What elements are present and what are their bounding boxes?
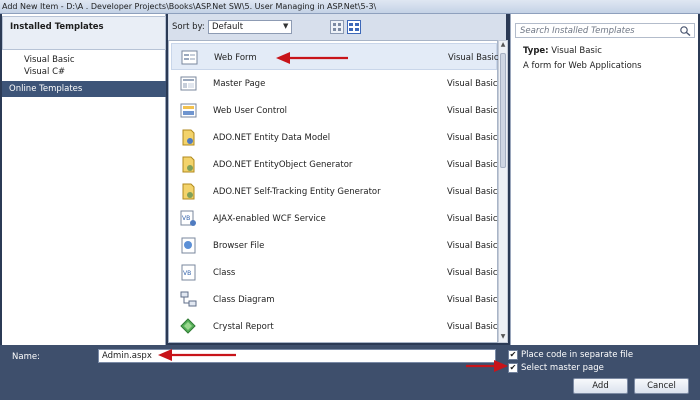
template-language: Visual Basic	[448, 53, 499, 63]
template-language: Visual Basic	[447, 106, 498, 116]
template-row-entityobject-generator[interactable]: ADO.NET EntityObject Generator Visual Ba…	[171, 151, 498, 178]
user-control-icon	[180, 103, 197, 118]
entity-model-icon	[182, 129, 195, 146]
template-language: Visual Basic	[447, 79, 498, 89]
template-row-ajax-wcf-service[interactable]: VB AJAX-enabled WCF Service Visual Basic	[171, 205, 498, 232]
template-type-line: Type: Visual Basic	[523, 46, 602, 56]
details-view-icon	[349, 23, 359, 31]
template-name: Master Page	[213, 79, 266, 89]
template-description: A form for Web Applications	[523, 61, 642, 71]
template-language: Visual Basic	[447, 214, 498, 224]
small-icons-view-button[interactable]	[330, 20, 344, 34]
sort-dropdown[interactable]: Default ▼	[208, 20, 292, 34]
sort-toolbar: Sort by: Default ▼	[168, 14, 506, 40]
annotation-arrow-name-field	[158, 349, 236, 361]
details-pane: Search Installed Templates Type: Visual …	[510, 14, 698, 345]
add-button[interactable]: Add	[573, 378, 628, 394]
online-templates-label: Online Templates	[9, 84, 83, 94]
category-pane: Installed Templates Visual Basic Visual …	[2, 14, 166, 345]
class-icon: VB	[181, 264, 196, 281]
template-language: Visual Basic	[447, 160, 498, 170]
medium-icons-view-button[interactable]	[347, 20, 361, 34]
self-tracking-generator-icon	[182, 183, 195, 200]
template-row-self-tracking-generator[interactable]: ADO.NET Self-Tracking Entity Generator V…	[171, 178, 498, 205]
title-bar: Add New Item - D:\A . Developer Projects…	[0, 0, 700, 14]
entity-generator-icon	[182, 156, 195, 173]
template-row-browser-file[interactable]: Browser File Visual Basic	[171, 232, 498, 259]
search-icon[interactable]	[679, 25, 692, 36]
list-view-icon	[333, 23, 341, 31]
sort-label: Sort by:	[172, 22, 205, 32]
template-name: AJAX-enabled WCF Service	[213, 214, 326, 224]
crystal-report-icon	[180, 318, 196, 334]
template-list[interactable]: Web Form Visual Basic Master Page Visual…	[168, 40, 499, 343]
template-language: Visual Basic	[447, 187, 498, 197]
template-row-master-page[interactable]: Master Page Visual Basic	[171, 70, 498, 97]
template-name: ADO.NET Entity Data Model	[213, 133, 331, 143]
template-name: Browser File	[213, 241, 265, 251]
browser-file-icon	[181, 237, 196, 254]
template-name: Class	[213, 268, 236, 278]
master-page-label[interactable]: Select master page	[521, 363, 604, 373]
template-row-crystal-report[interactable]: Crystal Report Visual Basic	[171, 313, 498, 340]
search-input[interactable]: Search Installed Templates	[515, 23, 695, 38]
template-name: Web User Control	[213, 106, 288, 116]
window-title: Add New Item - D:\A . Developer Projects…	[2, 2, 377, 11]
bottom-panel: Name: Admin.aspx ✔ Place code in separat…	[0, 345, 700, 400]
template-language: Visual Basic	[447, 133, 498, 143]
category-visual-csharp[interactable]: Visual C#	[24, 67, 65, 77]
annotation-arrow-web-form	[276, 52, 348, 64]
template-language: Visual Basic	[447, 322, 498, 332]
installed-templates-header[interactable]: Installed Templates	[10, 22, 104, 32]
template-row-class[interactable]: VB Class Visual Basic	[171, 259, 498, 286]
template-language: Visual Basic	[447, 295, 498, 305]
cancel-button[interactable]: Cancel	[634, 378, 689, 394]
category-visual-basic[interactable]: Visual Basic	[24, 55, 75, 65]
class-diagram-icon	[180, 291, 197, 307]
search-placeholder: Search Installed Templates	[520, 26, 635, 36]
chevron-down-icon: ▼	[283, 22, 289, 30]
wcf-service-icon: VB	[180, 210, 196, 226]
svg-text:VB: VB	[183, 270, 191, 277]
template-name: Class Diagram	[213, 295, 275, 305]
template-name: ADO.NET EntityObject Generator	[213, 160, 353, 170]
template-row-class-diagram[interactable]: Class Diagram Visual Basic	[171, 286, 498, 313]
template-language: Visual Basic	[447, 241, 498, 251]
svg-text:VB: VB	[182, 215, 190, 222]
template-name: Crystal Report	[213, 322, 274, 332]
code-separate-label[interactable]: Place code in separate file	[521, 350, 633, 360]
scroll-down-icon[interactable]: ▼	[499, 333, 507, 342]
name-value: Admin.aspx	[102, 351, 152, 361]
master-page-checkbox[interactable]: ✔	[508, 363, 518, 373]
online-templates-item[interactable]: Online Templates	[2, 81, 166, 97]
scroll-up-icon[interactable]: ▲	[499, 41, 507, 50]
type-key: Type:	[523, 46, 549, 56]
web-form-icon	[181, 50, 198, 65]
template-row-web-user-control[interactable]: Web User Control Visual Basic	[171, 97, 498, 124]
annotation-arrow-master-page	[466, 360, 508, 372]
name-label: Name:	[12, 352, 40, 362]
template-name: Web Form	[214, 53, 257, 63]
master-page-icon	[180, 76, 197, 91]
scroll-thumb[interactable]	[500, 53, 506, 168]
template-list-scrollbar[interactable]: ▲ ▼	[498, 40, 508, 343]
template-language: Visual Basic	[447, 268, 498, 278]
sort-value: Default	[212, 22, 244, 32]
template-row-entity-data-model[interactable]: ADO.NET Entity Data Model Visual Basic	[171, 124, 498, 151]
type-value: Visual Basic	[551, 46, 602, 56]
template-name: ADO.NET Self-Tracking Entity Generator	[213, 187, 381, 197]
code-separate-checkbox[interactable]: ✔	[508, 350, 518, 360]
installed-templates-group[interactable]: Installed Templates	[2, 16, 166, 50]
